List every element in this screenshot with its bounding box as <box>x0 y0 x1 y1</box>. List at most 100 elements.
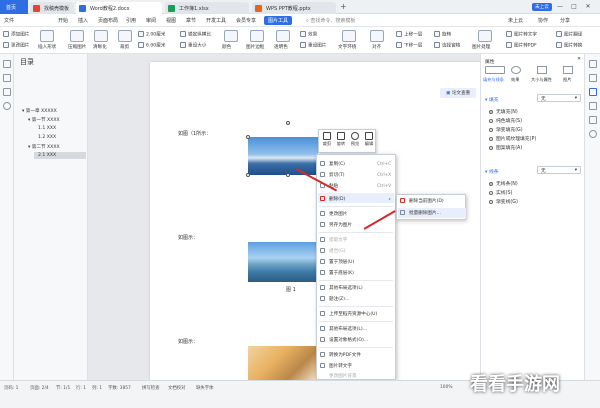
ctx-to-pdf[interactable]: 转换为PDF文件 <box>329 352 361 358</box>
resize-handle[interactable] <box>246 173 250 177</box>
radio-picture-fill[interactable]: 图片或纹理填充(P) <box>489 135 536 142</box>
toc-item[interactable]: 1.2 XXX <box>38 135 56 140</box>
radio-solid-fill[interactable]: 纯色填充(S) <box>489 117 522 124</box>
change-picture-button[interactable]: 更改图片 <box>3 42 29 49</box>
shape-icon[interactable] <box>589 88 597 96</box>
line-section-title[interactable]: ▾ 线条 <box>485 168 499 175</box>
radio-no-line[interactable]: 无线条(N) <box>489 180 518 187</box>
toc-item[interactable]: ▾ 第一章 XXXXX <box>22 108 57 114</box>
thumbnail-icon[interactable] <box>3 88 11 96</box>
status-wordcount[interactable]: 字数: 3857 <box>108 385 131 391</box>
tab-word[interactable]: Word教程2.docx <box>76 2 162 14</box>
search-icon[interactable] <box>3 102 11 110</box>
close-button[interactable]: ✕ <box>584 3 592 10</box>
status-proofread[interactable]: 文档校对 <box>168 385 186 391</box>
effect-button[interactable]: 效果 <box>300 31 317 38</box>
ctx-send-back[interactable]: 置于底层(K) <box>329 270 354 276</box>
properties-icon[interactable] <box>589 60 597 68</box>
ctx-pic-to-text[interactable]: 图片转文字 <box>329 363 352 369</box>
line-select[interactable]: 无 ▾ <box>537 166 581 174</box>
status-zoom[interactable]: 100% <box>440 385 453 390</box>
document-page[interactable]: 如图（1所示： 如图示： 图 1 如图示： <box>150 62 480 380</box>
fill-section-title[interactable]: ▾ 填充 <box>485 96 499 103</box>
insert-shape-icon[interactable] <box>40 30 54 42</box>
height-field[interactable]: 2.00厘米 <box>138 31 165 38</box>
radio-pattern-fill[interactable]: 图案填充(A) <box>489 144 522 151</box>
crop-button[interactable]: 裁剪 <box>320 131 334 147</box>
ctx-extract-text[interactable]: 提取文字 <box>329 237 347 243</box>
tab-ppt[interactable]: WPS PPT教程.pptx <box>252 2 336 14</box>
pic-translate-button[interactable]: 图片翻译 <box>556 31 582 38</box>
resize-handle[interactable] <box>286 173 290 177</box>
status-missing-font[interactable]: 缺失字体 <box>196 385 214 391</box>
compress-icon[interactable] <box>70 30 84 42</box>
menu-references[interactable]: 引用 <box>126 17 136 24</box>
maximize-button[interactable]: □ <box>570 3 578 10</box>
preview-button[interactable]: 预览 <box>348 131 362 147</box>
radio-gradient-line[interactable]: 渐变线(G) <box>489 198 518 205</box>
toc-item[interactable]: ▾ 第一节 XXXX <box>28 117 60 123</box>
picture-icon[interactable] <box>563 66 573 74</box>
radio-gradient-fill[interactable]: 渐变填充(G) <box>489 126 523 133</box>
tab-size[interactable]: 大小与属性 <box>531 77 552 83</box>
ctx-upload[interactable]: 上传至稻壳资源中心(U) <box>329 311 377 317</box>
menu-review[interactable]: 审阅 <box>146 17 156 24</box>
ctx-caption[interactable]: 题注(Z)... <box>329 296 349 302</box>
menu-insert[interactable]: 插入 <box>78 17 88 24</box>
tab-excel[interactable]: 工作簿1.xlsx <box>165 2 249 14</box>
menu-layout[interactable]: 页面布局 <box>98 17 118 24</box>
add-tab-button[interactable]: + <box>340 2 347 11</box>
ctx-group[interactable]: 组合(G) <box>329 248 345 254</box>
ctx-bring-front[interactable]: 置于顶层(U) <box>329 259 354 265</box>
width-field[interactable]: 6.00厘米 <box>138 42 165 49</box>
ctx-change-picture[interactable]: 更改图片 <box>329 211 347 217</box>
image-leaf[interactable] <box>248 346 318 380</box>
border-icon[interactable] <box>250 30 264 42</box>
menu-view[interactable]: 视图 <box>166 17 176 24</box>
crop-icon[interactable] <box>118 30 132 42</box>
wrap-icon[interactable] <box>342 30 356 42</box>
rotate-button[interactable]: 旋转 <box>434 31 451 38</box>
rotate-handle[interactable] <box>286 121 290 125</box>
bookmark-icon[interactable] <box>3 74 11 82</box>
effect-icon[interactable] <box>511 66 521 74</box>
add-picture-button[interactable]: 添加图片 <box>3 31 29 38</box>
fill-select[interactable]: 无 ▾ <box>537 94 581 102</box>
ctx-copy[interactable]: 复制(C) <box>329 161 345 167</box>
ctx-layout[interactable]: 其他布局选项(L) <box>329 285 363 291</box>
radio-solid-line[interactable]: 实线(S) <box>489 189 512 196</box>
menu-developer[interactable]: 开发工具 <box>206 17 226 24</box>
minimize-button[interactable]: — <box>556 3 564 10</box>
outline-icon[interactable] <box>3 60 11 68</box>
picture-process-icon[interactable] <box>478 30 492 42</box>
rotate-button[interactable]: 旋转 <box>334 131 348 147</box>
bring-forward-button[interactable]: 上移一层 <box>396 31 422 38</box>
tab-fill-line[interactable]: 填充与线条 <box>483 77 504 83</box>
menu-cloud[interactable]: 未上云 <box>508 17 523 24</box>
image-mountain[interactable] <box>248 137 318 175</box>
layout-icon[interactable] <box>589 102 597 110</box>
menu-member[interactable]: 会员专享 <box>236 17 256 24</box>
pic-convert-button[interactable]: 图片转换 <box>556 42 582 49</box>
backup-icon[interactable] <box>589 116 597 124</box>
tab-picture[interactable]: 图片 <box>563 77 571 83</box>
resize-button[interactable]: 重设大小 <box>180 42 206 49</box>
pic-to-text-button[interactable]: 图片转文字 <box>506 31 537 38</box>
color-icon[interactable] <box>224 30 238 42</box>
batch-delete-pictures[interactable]: 批量删除图片... <box>409 210 441 216</box>
thesis-check-button[interactable]: ▣ 论文查重 <box>440 88 477 98</box>
lock-ratio-checkbox[interactable]: 锁定纵横比 <box>180 31 211 38</box>
toc-item-selected[interactable]: 2.1 XXX <box>34 152 86 159</box>
user-badge[interactable]: 未上云 <box>532 3 552 11</box>
menu-share[interactable]: 分享 <box>560 17 570 24</box>
search-command[interactable]: ⌕ 查找命令、搜索模板 <box>306 17 355 24</box>
selection-pane-button[interactable]: 选择窗格 <box>434 42 460 49</box>
ctx-change-bg[interactable]: 更改图片背景 <box>329 373 357 379</box>
resize-handle[interactable] <box>246 135 250 139</box>
send-backward-button[interactable]: 下移一层 <box>396 42 422 49</box>
image-lake[interactable] <box>248 242 318 282</box>
toc-item[interactable]: 1.1 XXX <box>38 126 56 131</box>
radio-no-fill[interactable]: 无填充(N) <box>489 108 518 115</box>
ctx-layout-options[interactable]: 其他布局选项(L)... <box>329 326 367 332</box>
status-spellcheck[interactable]: 拼写检查 <box>142 385 160 391</box>
